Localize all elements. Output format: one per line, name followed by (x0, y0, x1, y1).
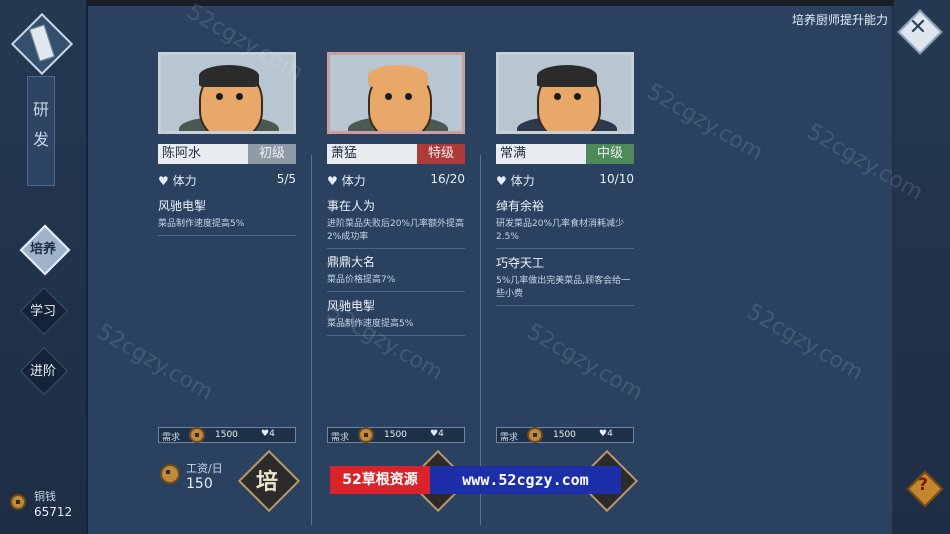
nav-advance-button[interactable]: 进阶 (19, 346, 69, 396)
nav-study-button[interactable]: 学习 (19, 286, 69, 336)
skill-desc: 5%几率做出完美菜品,顾客会给一些小费 (496, 276, 631, 299)
chef-nameplate: 萧猛 特级 (327, 144, 465, 164)
stamina-value: 16/20 (430, 172, 465, 186)
train-label: 培 (255, 469, 278, 495)
req-heart-value: 4 (269, 429, 275, 439)
skill-item: 鼎鼎大名 菜品价格提高7% (327, 253, 465, 292)
close-button[interactable]: ✕ (897, 9, 943, 55)
chef-eye (385, 93, 392, 100)
chef-hair (368, 65, 428, 87)
watermark-banner: 52草根资源 www.52cgzy.com (330, 466, 621, 494)
chef-rank: 特级 (417, 144, 465, 164)
chef-portrait[interactable] (327, 52, 465, 134)
coin-icon (527, 427, 543, 443)
training-requirement: 需求 1500 ♥4 (327, 427, 465, 443)
skill-name: 鼎鼎大名 (327, 255, 376, 269)
coin-icon (10, 494, 26, 510)
chef-eye (216, 93, 223, 100)
coin-icon (358, 427, 374, 443)
stamina-label: 体力 (172, 174, 197, 188)
chef-nameplate: 陈阿水 初级 (158, 144, 296, 164)
currency-value: 65712 (34, 505, 73, 519)
research-tab[interactable]: 研发 (27, 76, 55, 186)
req-heart: ♥4 (430, 429, 444, 439)
chef-eye (554, 93, 561, 100)
training-requirement: 需求 1500 ♥4 (158, 427, 296, 443)
watermark-left: 52草根资源 (330, 466, 430, 494)
skill-desc: 研发菜品20%几率食材消耗减少2.5% (496, 219, 625, 242)
req-heart-value: 4 (438, 429, 444, 439)
req-label: 需求 (162, 433, 181, 443)
skill-desc: 进阶菜品失败后20%几率额外提高2%成功率 (327, 219, 465, 242)
stamina-label: 体力 (510, 174, 535, 188)
chef-hair (199, 65, 259, 87)
panel-title: 培养厨师提升能力 (791, 13, 888, 27)
stamina-value: 10/10 (599, 172, 634, 186)
stamina-row: ♥ 体力 10/10 (496, 172, 634, 189)
recipe-book-button[interactable] (10, 12, 74, 76)
chef-hair (537, 65, 597, 87)
chef-name: 萧猛 (327, 144, 417, 164)
req-heart: ♥4 (261, 429, 275, 439)
skill-name: 事在人为 (327, 199, 376, 213)
req-coin-value: 1500 (553, 430, 576, 440)
chef-card-1: 陈阿水 初级 ♥ 体力 5/5 风驰电掣 菜品制作速度提高5% 需求 1500 … (158, 40, 328, 530)
skill-name: 巧夺天工 (496, 256, 545, 270)
chef-name: 常满 (496, 144, 586, 164)
help-button[interactable]: ? (906, 470, 944, 508)
nav-study-label: 学习 (29, 304, 56, 319)
skill-item: 绰有余裕 研发菜品20%几率食材消耗减少2.5% (496, 197, 634, 249)
train-button[interactable]: 培 (237, 449, 301, 513)
nav-train-button[interactable]: 培养 (19, 224, 71, 276)
skill-item: 风驰电掣 菜品制作速度提高5% (158, 197, 296, 236)
stamina-row: ♥ 体力 16/20 (327, 172, 465, 189)
stamina-value: 5/5 (276, 172, 296, 186)
chef-rank: 中级 (586, 144, 634, 164)
help-icon: ? (918, 475, 928, 495)
req-coin-value: 1500 (384, 430, 407, 440)
chef-eye (405, 93, 412, 100)
skill-item: 事在人为 进阶菜品失败后20%几率额外提高2%成功率 (327, 197, 465, 249)
skill-item: 巧夺天工 5%几率做出完美菜品,顾客会给一些小费 (496, 254, 634, 306)
req-label: 需求 (331, 433, 350, 443)
skill-name: 风驰电掣 (158, 199, 207, 213)
watermark-right: www.52cgzy.com (430, 466, 621, 494)
wage-value: 150 (186, 476, 213, 492)
coin-icon (189, 427, 205, 443)
skill-desc: 菜品制作速度提高5% (158, 219, 245, 229)
heart-icon: ♥ (327, 174, 338, 188)
req-heart: ♥4 (599, 429, 613, 439)
chef-nameplate: 常满 中级 (496, 144, 634, 164)
training-requirement: 需求 1500 ♥4 (496, 427, 634, 443)
nav-train-label: 培养 (29, 242, 56, 257)
req-heart-value: 4 (607, 429, 613, 439)
stamina-label: 体力 (341, 174, 366, 188)
heart-icon: ♥ (599, 429, 608, 439)
chef-rank: 初级 (248, 144, 296, 164)
wage-label: 工资/日 (186, 462, 223, 475)
close-icon: ✕ (908, 15, 928, 40)
coin-icon (160, 464, 180, 484)
heart-icon: ♥ (261, 429, 270, 439)
chef-name: 陈阿水 (158, 144, 248, 164)
skill-desc: 菜品价格提高7% (327, 275, 396, 285)
currency-label: 铜钱 (34, 490, 56, 503)
stamina-row: ♥ 体力 5/5 (158, 172, 296, 189)
req-coin-value: 1500 (215, 430, 238, 440)
skill-name: 绰有余裕 (496, 199, 545, 213)
wage-info: 工资/日 150 (158, 458, 238, 498)
req-label: 需求 (500, 433, 519, 443)
left-sidebar: 研发 培养 学习 进阶 铜钱 65712 (0, 0, 88, 534)
chef-portrait[interactable] (496, 52, 634, 134)
chef-eye (574, 93, 581, 100)
right-sidebar (894, 0, 950, 534)
heart-icon: ♥ (158, 174, 169, 188)
chef-eye (236, 93, 243, 100)
nav-advance-label: 进阶 (29, 364, 56, 379)
heart-icon: ♥ (430, 429, 439, 439)
heart-icon: ♥ (496, 174, 507, 188)
